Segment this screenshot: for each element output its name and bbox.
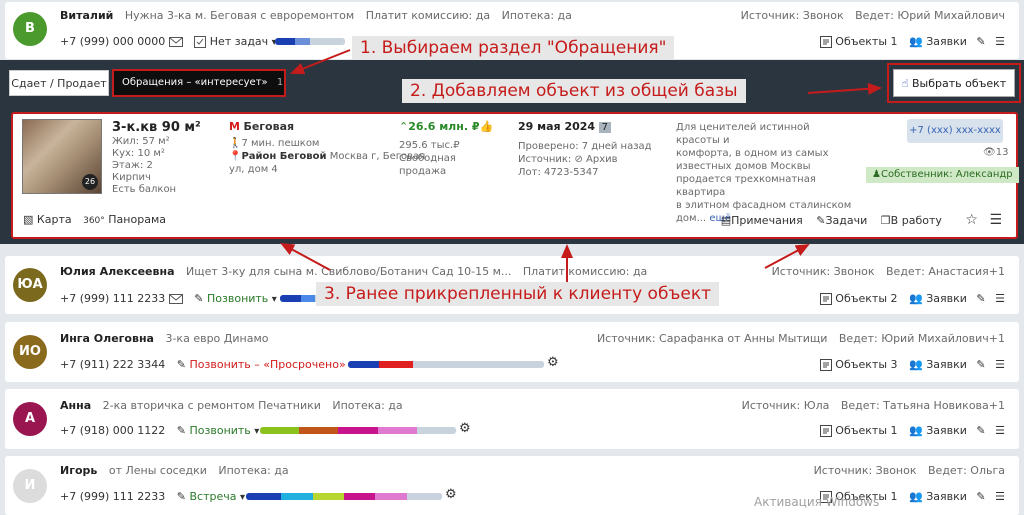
annotation-step-2: 2. Добавляем объект из общей базы: [402, 79, 746, 103]
arrow-3c: [764, 244, 810, 269]
annotation-step-1: 1. Выбираем раздел "Обращения": [352, 36, 675, 60]
annotation-arrows: [280, 49, 882, 283]
arrow-3a: [280, 243, 331, 271]
arrow-2: [807, 82, 882, 95]
arrow-1: [290, 49, 351, 75]
annotation-step-3: 3. Ранее прикрепленный к клиенту объект: [316, 282, 720, 306]
